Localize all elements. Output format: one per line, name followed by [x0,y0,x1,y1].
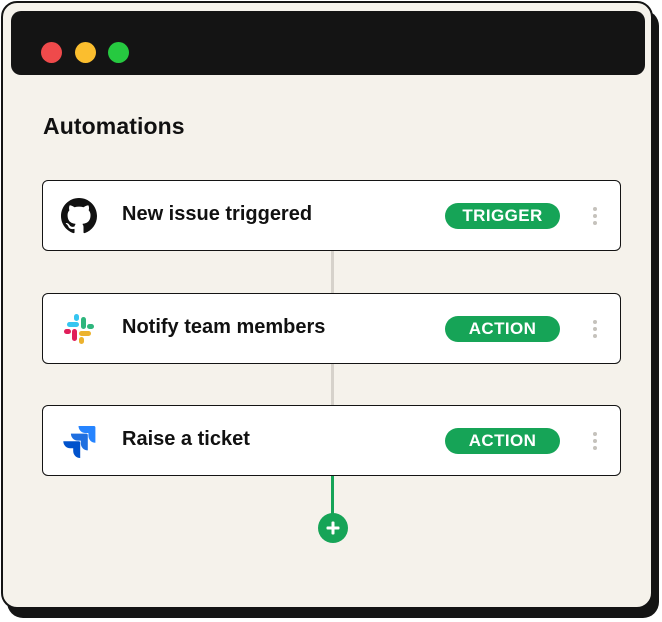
step-label: Notify team members [122,316,326,338]
more-options-icon[interactable] [589,318,601,340]
jira-icon [63,426,96,458]
minimize-window-button[interactable] [75,42,96,63]
add-step-connector [331,476,334,518]
more-options-icon[interactable] [589,205,601,227]
step-type-badge: ACTION [445,428,560,454]
maximize-window-button[interactable] [108,42,129,63]
page-title: Automations [43,113,185,139]
github-icon [61,198,97,234]
plus-icon [326,521,340,535]
step-type-badge: TRIGGER [445,203,560,229]
step-connector [331,251,334,293]
step-label: New issue triggered [122,203,313,225]
app-window: Automations New issue triggered TRIGGER … [1,1,653,609]
add-step-button[interactable] [318,513,348,543]
title-bar [11,11,645,75]
more-options-icon[interactable] [589,430,601,452]
step-connector [331,364,334,406]
close-window-button[interactable] [41,42,62,63]
slack-icon [64,314,94,344]
step-type-badge: ACTION [445,316,560,342]
automation-step-jira[interactable]: Raise a ticket ACTION [42,405,621,476]
step-label: Raise a ticket [122,428,250,450]
automation-step-github[interactable]: New issue triggered TRIGGER [42,180,621,251]
automation-step-slack[interactable]: Notify team members ACTION [42,293,621,364]
